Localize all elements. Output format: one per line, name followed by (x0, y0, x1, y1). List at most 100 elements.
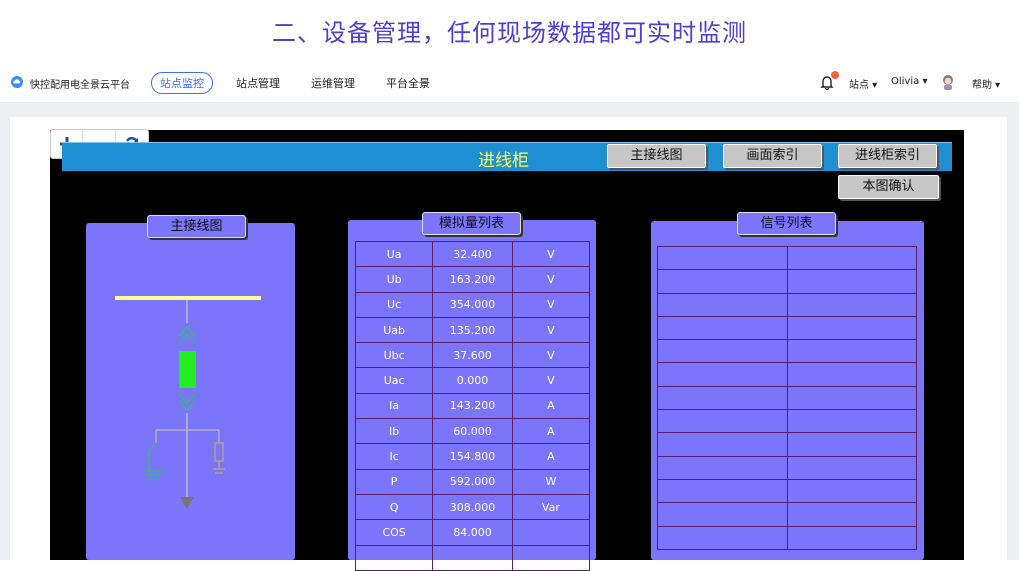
table-row: P 592.000 W (354, 468, 591, 495)
signal-cell (786, 478, 917, 504)
signal-cell (657, 362, 788, 387)
analog-name-cell: Uac (354, 367, 434, 394)
table-row: Ua 32.400 V (354, 240, 591, 268)
analog-unit-cell (511, 544, 591, 571)
analog-value-cell: 163.200 (432, 266, 513, 293)
table-row (657, 315, 917, 341)
nav-item-platform-overview[interactable]: 平台全景 (386, 75, 430, 91)
analog-name-cell: P (354, 468, 434, 495)
analog-name-cell: Ubc (354, 342, 434, 369)
lower-disconnect-icon (178, 393, 196, 412)
signal-cell (657, 339, 788, 364)
analog-value-cell: 37.600 (432, 342, 513, 369)
signal-cell (786, 339, 917, 364)
table-row: Ic 154.800 A (354, 443, 591, 470)
nav-item-station-monitor[interactable]: 站点监控 (151, 72, 213, 94)
signal-cell (657, 478, 788, 504)
top-nav: 快控配用电全景云平台 站点监控 站点管理 运维管理 平台全景 站点 ▾ Oliv… (0, 66, 1019, 102)
signal-cell (786, 455, 917, 480)
analog-value-cell: 32.400 (432, 240, 513, 268)
analog-unit-cell: V (511, 266, 591, 293)
analog-unit-cell (511, 519, 591, 546)
station-dropdown[interactable]: 站点 ▾ (849, 76, 877, 91)
analog-value-cell: 0.000 (432, 367, 513, 394)
table-row: Ubc 37.600 V (354, 342, 591, 369)
signal-cell (657, 315, 788, 341)
signal-cell (786, 292, 917, 317)
analog-table: Ua 32.400 V Ub 163.200 V Uc 354.000 V Uab 135.200 V… (354, 240, 591, 571)
table-row (354, 544, 591, 571)
table-row (657, 502, 917, 527)
single-line-diagram (115, 296, 261, 509)
signal-cell (786, 502, 917, 527)
analog-value-cell: 592.000 (432, 468, 513, 495)
user-dropdown[interactable]: Olivia ▾ (891, 76, 927, 87)
table-row (657, 409, 917, 434)
signal-cell (786, 525, 917, 550)
avatar-icon[interactable] (941, 74, 955, 90)
cabinet-index-button[interactable]: 进线柜索引 (838, 144, 937, 168)
signal-cell (786, 409, 917, 434)
analog-value-cell: 143.200 (432, 392, 513, 420)
analog-value-cell: 60.000 (432, 418, 513, 445)
help-label: 帮助 (972, 80, 992, 91)
table-row: Uab 135.200 V (354, 316, 591, 344)
table-row (657, 455, 917, 480)
table-row: Uc 354.000 V (354, 291, 591, 318)
help-dropdown[interactable]: 帮助 ▾ (972, 76, 1000, 91)
analog-unit-cell: V (511, 240, 591, 268)
table-row (657, 432, 917, 457)
signal-cell (786, 315, 917, 341)
table-row (657, 525, 917, 550)
table-row (657, 269, 917, 294)
main-diagram-button[interactable]: 主接线图 (607, 144, 706, 168)
brand-name: 快控配用电全景云平台 (30, 80, 130, 91)
analog-name-cell: Q (354, 493, 434, 521)
analog-value-cell: 308.000 (432, 493, 513, 521)
table-row: Ib 60.000 A (354, 418, 591, 445)
analog-name-cell: Uab (354, 316, 434, 344)
analog-unit-cell: A (511, 392, 591, 420)
signal-cell (657, 525, 788, 550)
analog-unit-cell: V (511, 342, 591, 369)
banner-title: 二、设备管理，任何现场数据都可实时监测 (272, 19, 747, 47)
table-row (657, 478, 917, 504)
table-row: Ia 143.200 A (354, 392, 591, 420)
screen-index-button[interactable]: 画面索引 (723, 144, 822, 168)
signal-cell (786, 362, 917, 387)
table-row (657, 385, 917, 411)
nav-item-station-manage[interactable]: 站点管理 (236, 75, 280, 91)
screen-title: 进线柜 (478, 151, 529, 171)
analog-value-cell: 135.200 (432, 316, 513, 344)
signal-cell (657, 455, 788, 480)
table-row: Ub 163.200 V (354, 266, 591, 293)
analog-value-cell: 154.800 (432, 443, 513, 470)
signal-cell (657, 269, 788, 294)
analog-name-cell: Uc (354, 291, 434, 318)
signal-cell (657, 432, 788, 457)
table-row: Q 308.000 Var (354, 493, 591, 521)
table-row (657, 245, 917, 271)
signal-cell (657, 245, 788, 271)
signal-cell (657, 292, 788, 317)
signal-cell (657, 409, 788, 434)
table-row (657, 292, 917, 317)
analog-unit-cell: A (511, 443, 591, 470)
table-row (657, 339, 917, 364)
analog-value-cell: 84.000 (432, 519, 513, 546)
analog-unit-cell: V (511, 291, 591, 318)
analog-name-cell: COS (354, 519, 434, 546)
signal-cell (657, 385, 788, 411)
analog-unit-cell: A (511, 418, 591, 445)
analog-name-cell: Ib (354, 418, 434, 445)
signal-cell (786, 432, 917, 457)
analog-name-cell: Ua (354, 240, 434, 268)
breaker-icon[interactable] (179, 351, 196, 388)
notification-badge (831, 71, 839, 79)
confirm-button[interactable]: 本图确认 (838, 175, 939, 199)
station-label: 站点 (849, 80, 869, 91)
signal-cell (786, 269, 917, 294)
upper-disconnect-icon (178, 325, 196, 344)
ground-switch-icon (143, 442, 163, 480)
nav-item-ops-manage[interactable]: 运维管理 (311, 75, 355, 91)
